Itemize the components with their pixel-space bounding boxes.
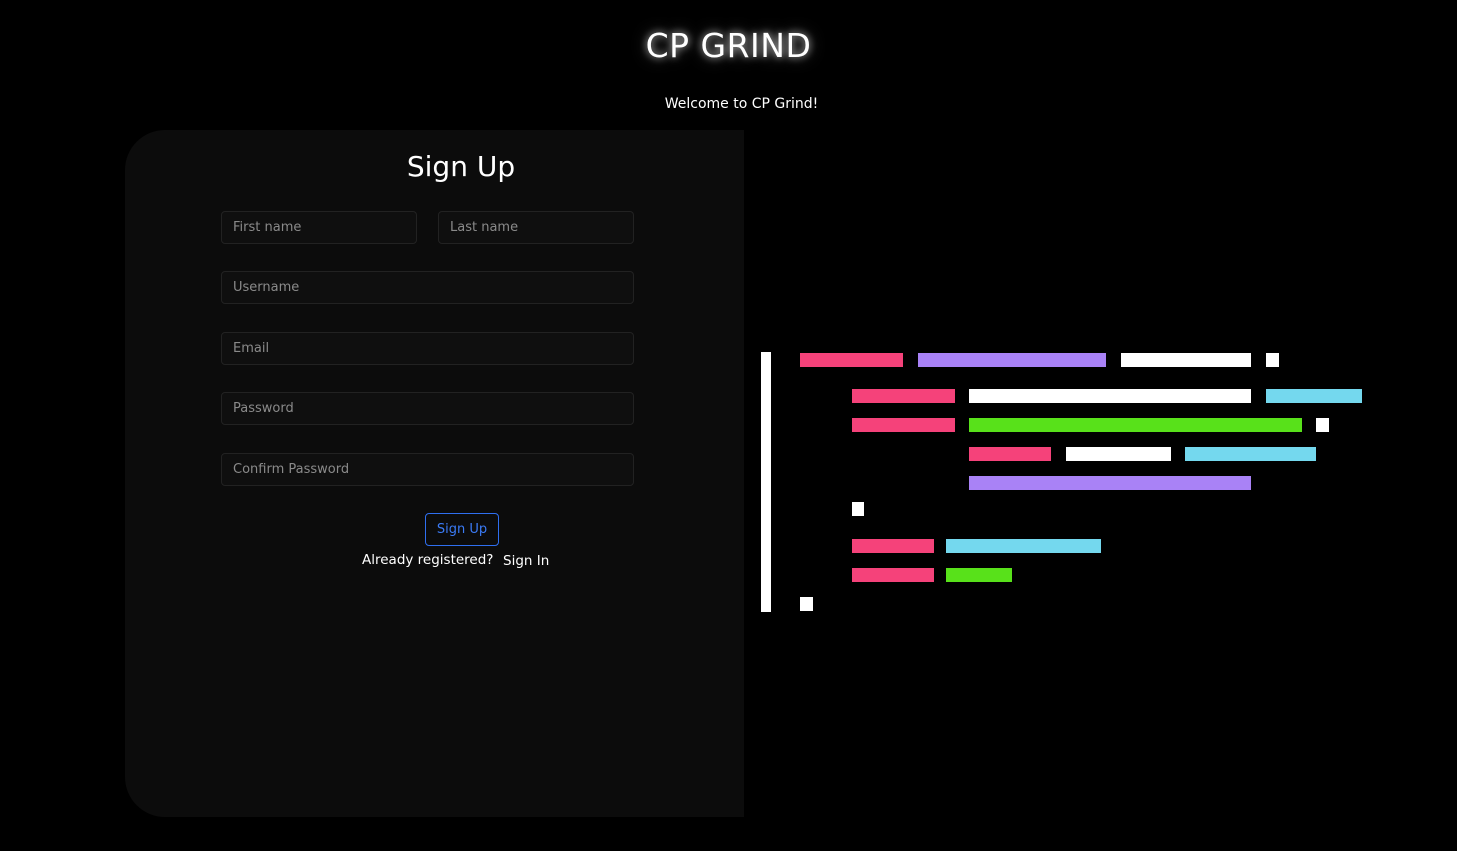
signup-card: Sign Up Sign Up Already registered? Sign… bbox=[125, 130, 744, 817]
brand-title: CP GRIND bbox=[645, 26, 812, 65]
code-token bbox=[1266, 389, 1362, 403]
signup-button[interactable]: Sign Up bbox=[425, 513, 499, 546]
code-token bbox=[969, 418, 1302, 432]
code-token bbox=[852, 539, 934, 553]
code-token bbox=[800, 353, 903, 367]
code-token bbox=[852, 418, 955, 432]
code-token bbox=[1121, 353, 1251, 367]
code-token bbox=[800, 597, 813, 611]
confirm-password-field[interactable] bbox=[221, 453, 634, 486]
code-token bbox=[852, 389, 955, 403]
code-token bbox=[969, 476, 1251, 490]
signup-title: Sign Up bbox=[406, 150, 516, 183]
first-name-field[interactable] bbox=[221, 211, 417, 244]
signup-page: CP GRIND Welcome to CP Grind! Sign Up Si… bbox=[0, 0, 1457, 851]
signin-link[interactable]: Sign In bbox=[503, 553, 549, 569]
code-token bbox=[1066, 447, 1171, 461]
code-token bbox=[1266, 353, 1279, 367]
username-field[interactable] bbox=[221, 271, 634, 304]
password-field[interactable] bbox=[221, 392, 634, 425]
code-token bbox=[918, 353, 1106, 367]
code-token bbox=[969, 447, 1051, 461]
welcome-message: Welcome to CP Grind! bbox=[664, 96, 819, 112]
already-registered-text: Already registered? bbox=[362, 552, 494, 568]
code-illustration bbox=[761, 352, 1362, 612]
code-token bbox=[969, 389, 1251, 403]
code-token bbox=[852, 568, 934, 582]
last-name-field[interactable] bbox=[438, 211, 634, 244]
email-field[interactable] bbox=[221, 332, 634, 365]
code-token bbox=[1185, 447, 1316, 461]
code-gutter-bar bbox=[761, 352, 771, 612]
code-token bbox=[946, 539, 1101, 553]
code-token bbox=[946, 568, 1012, 582]
code-token bbox=[852, 502, 864, 516]
code-token bbox=[1316, 418, 1329, 432]
